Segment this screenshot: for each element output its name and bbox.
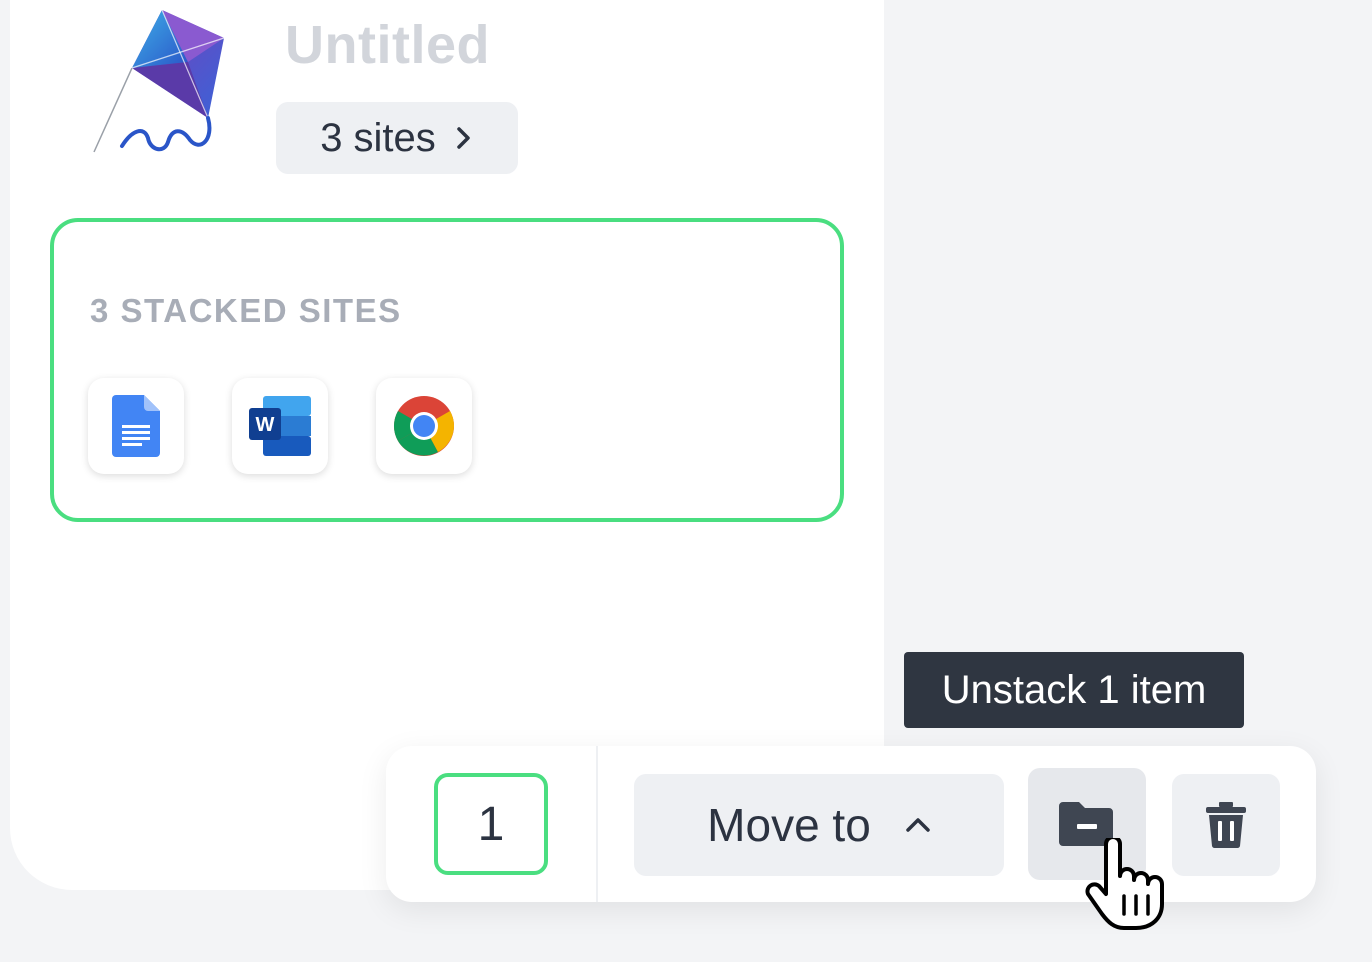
stacked-sites-label: 3 STACKED SITES (90, 292, 402, 329)
chevron-right-icon (457, 127, 470, 149)
google-docs-icon (112, 395, 160, 457)
site-tile-microsoft-word[interactable]: W (232, 378, 328, 474)
move-to-button[interactable]: Move to (634, 774, 1004, 876)
hand-pointer-cursor-icon (1085, 838, 1164, 930)
site-tile-google-docs[interactable] (88, 378, 184, 474)
selected-count: 1 (434, 773, 548, 875)
selection-action-bar: 1 Move to (386, 746, 1316, 902)
page-title: Untitled (285, 15, 490, 75)
sites-count-label: 3 sites (320, 115, 436, 160)
kite-logo-icon (93, 10, 225, 153)
stacked-sites-panel: 3 STACKED SITES W (50, 218, 844, 522)
sites-count-button[interactable]: 3 sites (276, 102, 518, 174)
microsoft-word-icon: W (249, 396, 311, 456)
delete-button[interactable] (1172, 774, 1280, 876)
svg-text:W: W (256, 414, 275, 436)
unstack-tooltip: Unstack 1 item (904, 652, 1244, 728)
move-to-label: Move to (707, 799, 871, 851)
chrome-icon (393, 396, 454, 456)
action-bar-divider (596, 746, 598, 902)
chevron-up-icon (906, 818, 930, 832)
site-tile-chrome[interactable] (376, 378, 472, 474)
trash-icon (1206, 802, 1246, 848)
